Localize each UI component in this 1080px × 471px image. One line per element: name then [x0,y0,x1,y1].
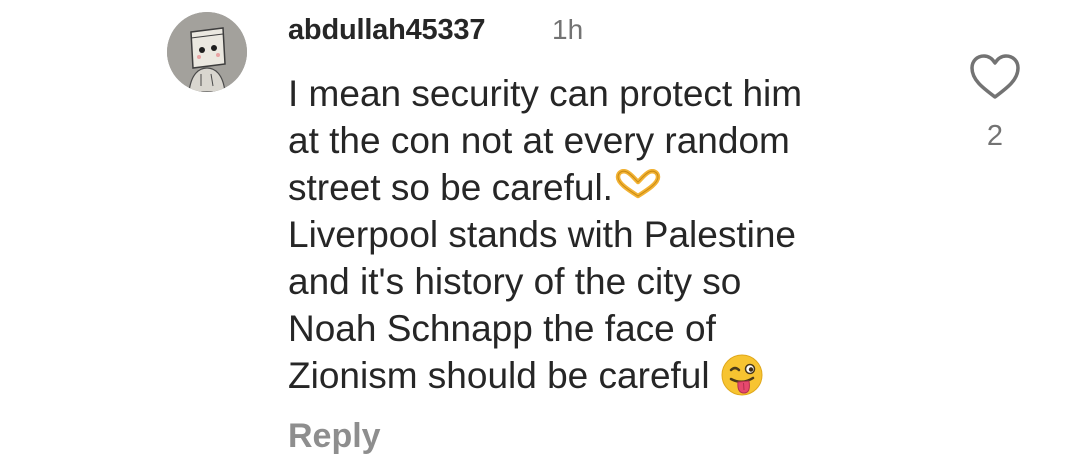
comment-line-text: street so be careful. [288,167,613,208]
comment-username[interactable]: abdullah45337 [288,8,485,52]
comment-line-text: Zionism should be careful [288,355,710,396]
avatar[interactable] [167,12,247,92]
like-button[interactable] [967,52,1023,102]
avatar-image [167,12,247,92]
heart-hands-emoji [615,169,661,199]
comment-line: Noah Schnapp the face of [288,308,716,349]
comment-line: street so be careful. [288,164,928,211]
reply-button[interactable]: Reply [288,413,381,459]
comment-text: I mean security can protect him at the c… [288,70,928,400]
comment-line: Liverpool stands with Palestine [288,214,797,255]
like-count: 2 [986,120,1004,152]
heart-outline-icon [970,54,1020,99]
comment: abdullah45337 1h I mean security can pro… [0,0,1080,471]
comment-line: I mean security can protect him [288,73,803,114]
winking-tongue-emoji [720,353,764,397]
comment-line: and it's history of the city so [288,261,742,302]
comment-line: at the con not at every random [288,120,790,161]
comment-line: Zionism should be careful [288,352,928,400]
comment-timestamp: 1h [552,14,584,45]
